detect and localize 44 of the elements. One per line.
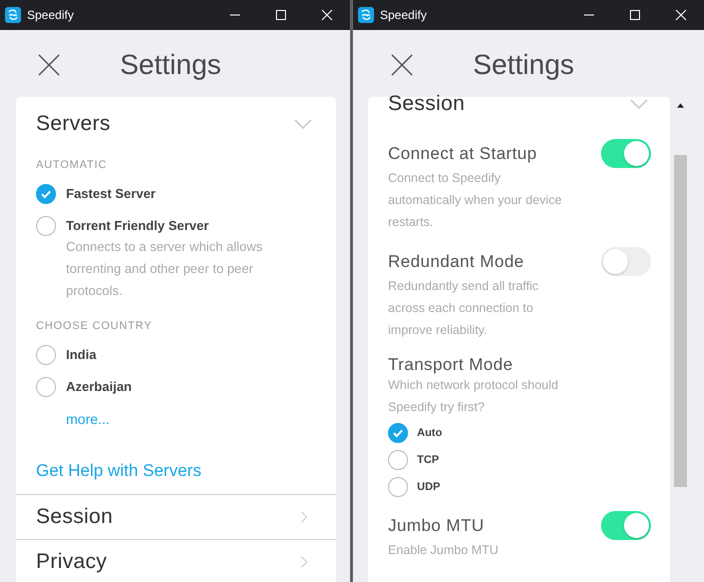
section-title[interactable]: Servers [36, 112, 110, 136]
scroll-up-icon[interactable] [677, 103, 684, 108]
app-logo-icon [5, 7, 21, 23]
option-label: UDP [417, 481, 440, 493]
setting-description: Connect to Speedify automatically when your device restarts. [388, 170, 563, 231]
radio-button[interactable] [36, 184, 56, 204]
chevron-icon[interactable] [294, 119, 312, 129]
chevron-icon[interactable] [630, 99, 648, 109]
scrollbar-thumb[interactable] [674, 155, 687, 487]
page-title: Settings [473, 48, 574, 80]
setting-title: Redundant Mode [388, 252, 524, 272]
close-icon[interactable] [391, 54, 413, 76]
toggle-switch[interactable] [601, 247, 651, 276]
option-label: Auto [417, 427, 442, 439]
option-label: Azerbaijan [66, 378, 132, 396]
section-title[interactable]: Session [388, 95, 465, 113]
close-icon[interactable] [38, 54, 60, 76]
group-label: AUTOMATIC [36, 159, 107, 171]
group-label: CHOOSE COUNTRY [36, 320, 152, 332]
app-logo-icon [358, 7, 374, 23]
radio-button[interactable] [36, 345, 56, 365]
option-label: India [66, 346, 96, 364]
setting-title: Connect at Startup [388, 144, 537, 164]
setting-title: Jumbo MTU [388, 516, 484, 536]
option-description: Connects to a server which allows torrenting and other peer to peer protocols. [66, 238, 264, 300]
section-title[interactable]: Privacy [36, 550, 107, 574]
radio-button[interactable] [36, 216, 56, 236]
setting-description: Redundantly send all traffic across each connection to improve reliability. [388, 278, 540, 339]
radio-button[interactable] [36, 377, 56, 397]
section-title[interactable]: Session [36, 505, 113, 529]
radio-button[interactable] [388, 450, 408, 470]
option-label: Torrent Friendly Server [66, 217, 209, 235]
window-title: Speedify [27, 8, 74, 22]
toggle-switch[interactable] [601, 511, 651, 540]
radio-button[interactable] [388, 477, 408, 497]
page-title: Settings [120, 48, 222, 80]
setting-title: Transport Mode [388, 355, 513, 375]
toggle-switch[interactable] [601, 139, 651, 168]
setting-description: Which network protocol should Speedify try first? [388, 377, 560, 416]
window-title: Speedify [380, 8, 427, 22]
radio-button[interactable] [388, 423, 408, 443]
option-label: TCP [417, 454, 439, 466]
option-label: Fastest Server [66, 185, 156, 203]
setting-description: Enable Jumbo MTU [388, 542, 500, 559]
